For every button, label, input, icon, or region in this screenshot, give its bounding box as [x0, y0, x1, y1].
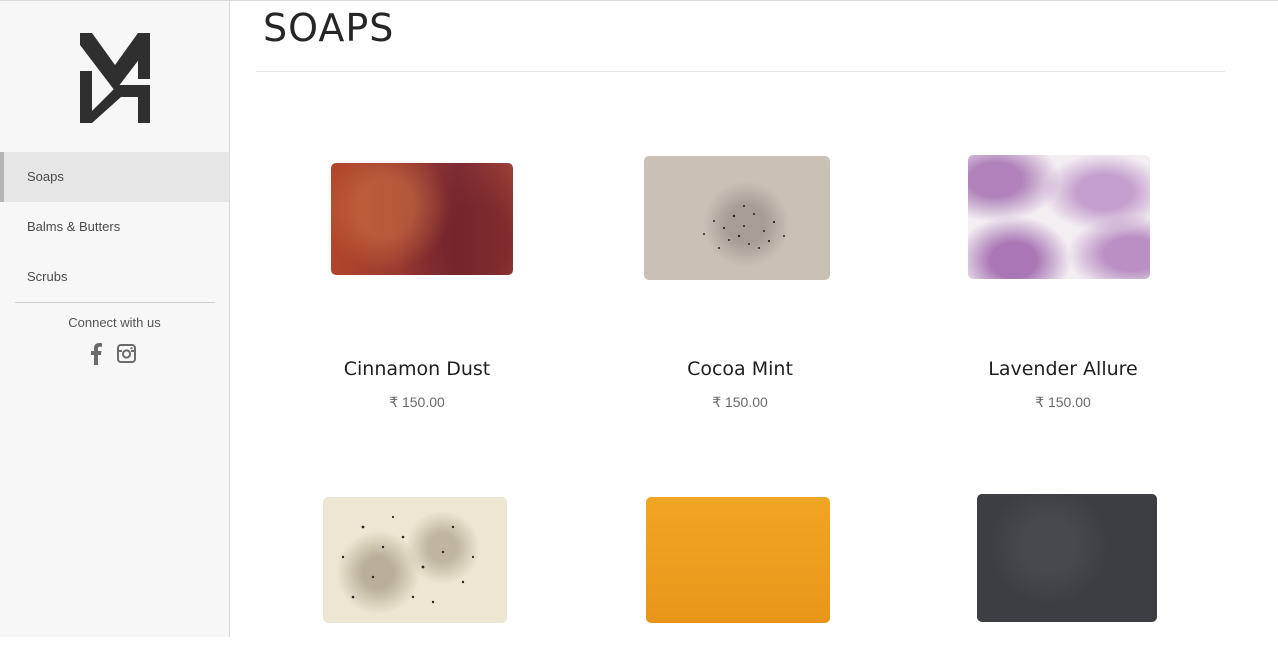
soap-bar-image	[977, 494, 1157, 622]
product-image[interactable]	[913, 155, 1213, 316]
page-title: SOAPS	[263, 6, 395, 50]
product-image[interactable]	[590, 156, 890, 316]
sidebar-item-balms-butters[interactable]: Balms & Butters	[0, 202, 229, 252]
product-image[interactable]	[267, 163, 567, 316]
sidebar: Soaps Balms & Butters Scrubs Connect wit…	[0, 1, 230, 637]
soap-bar-image	[331, 163, 513, 275]
speckle-texture	[341, 515, 475, 604]
product-name[interactable]: Cocoa Mint	[590, 358, 890, 380]
product-image[interactable]	[267, 497, 567, 647]
title-divider	[256, 71, 1225, 72]
connect-label: Connect with us	[68, 315, 161, 330]
soap-bar-image	[646, 497, 830, 623]
social-links	[90, 343, 150, 365]
sidebar-item-label: Balms & Butters	[27, 219, 121, 234]
soap-bar-image	[323, 497, 507, 623]
sidebar-nav: Soaps Balms & Butters Scrubs	[0, 152, 229, 302]
sidebar-item-label: Soaps	[27, 169, 64, 184]
sidebar-item-soaps[interactable]: Soaps	[0, 152, 229, 202]
sidebar-item-label: Scrubs	[27, 269, 68, 284]
sidebar-divider	[15, 302, 215, 303]
product-price: ₹ 150.00	[712, 394, 768, 410]
instagram-icon[interactable]	[117, 344, 136, 363]
product-image[interactable]	[913, 494, 1213, 644]
product-price: ₹ 150.00	[1035, 394, 1091, 410]
product-price: ₹ 150.00	[389, 394, 445, 410]
speckle-texture	[703, 205, 785, 249]
monogram-logo[interactable]	[78, 31, 152, 125]
facebook-icon[interactable]	[90, 343, 102, 365]
soap-bar-image	[644, 156, 830, 280]
product-image[interactable]	[590, 497, 890, 647]
product-name[interactable]: Cinnamon Dust	[267, 358, 567, 380]
sidebar-item-scrubs[interactable]: Scrubs	[0, 252, 229, 302]
soap-bar-image	[968, 155, 1150, 279]
product-name[interactable]: Lavender Allure	[913, 358, 1213, 380]
